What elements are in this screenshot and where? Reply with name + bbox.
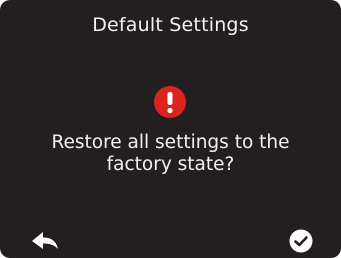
message-line-1: Restore all settings to the [51,132,290,153]
back-button[interactable] [30,229,60,253]
warning-icon [153,85,187,119]
page-title: Default Settings [92,14,249,36]
confirm-button[interactable] [289,229,313,253]
confirmation-message: Restore all settings to the factory stat… [0,132,341,176]
default-settings-screen: Default Settings Restore all settings to… [0,0,341,258]
check-circle-icon [289,229,313,253]
back-arrow-icon [32,232,58,249]
message-line-2: factory state? [106,154,235,175]
